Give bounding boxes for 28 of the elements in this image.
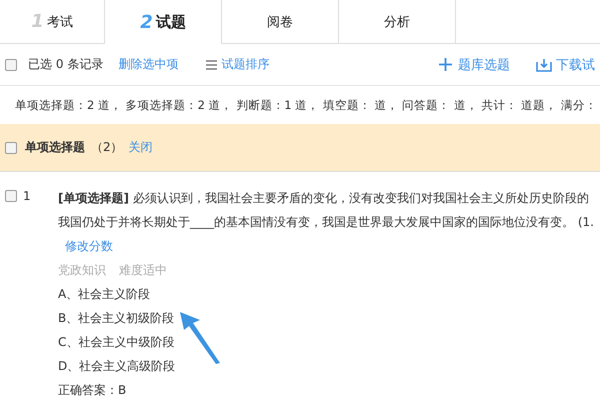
download-link[interactable]: 下载试 (556, 56, 595, 74)
question-text: 我国仍处于并将长期处于____的基本国情没有变，我国是世界最大发展中国家的国际地位没有变。 (1. (58, 214, 594, 231)
select-all-checkbox[interactable] (5, 58, 17, 70)
answer-option: D、社会主义高级阶段 (58, 359, 176, 373)
section-count: （2） (91, 139, 123, 156)
selected-count: 已选 0 条记录 (28, 56, 104, 73)
delete-selected-link[interactable]: 删除选中项 (118, 56, 178, 73)
answer-option: B、社会主义初级阶段 (58, 311, 174, 325)
section-checkbox[interactable] (5, 142, 17, 154)
question-tag: 难度适中 (119, 263, 167, 277)
edit-score-link[interactable]: 修改分数 (65, 239, 113, 253)
close-link[interactable]: 关闭 (128, 139, 153, 156)
answer-option: A、社会主义阶段 (58, 287, 150, 301)
question-checkbox[interactable] (5, 190, 17, 202)
question-bank-link[interactable]: 题库选题 (458, 56, 510, 74)
answer-option: C、社会主义中级阶段 (58, 335, 174, 349)
sort-questions-link[interactable]: 试题排序 (221, 56, 270, 73)
plus-icon (439, 58, 452, 71)
arrow-annotation (178, 310, 222, 365)
section-title: 单项选择题 (25, 139, 85, 156)
correct-answer: 正确答案：B (58, 383, 126, 397)
question-number: 1 (23, 189, 31, 203)
question-text: [单项选择题] 必须认识到，我国社会主要矛盾的变化，没有改变我们对我国社会主义所处历史阶段的 (58, 190, 590, 207)
question-tag: 党政知识 (58, 263, 106, 277)
download-icon (536, 58, 552, 72)
tab[interactable]: 2 试题 (105, 0, 222, 44)
question-summary: 单项选择题：2 道， 多项选择题：2 道， 判断题：1 道， 填空题： 道， 问答题： 道， 共计： 道题， 满分： (15, 98, 597, 112)
menu-icon (206, 60, 218, 70)
